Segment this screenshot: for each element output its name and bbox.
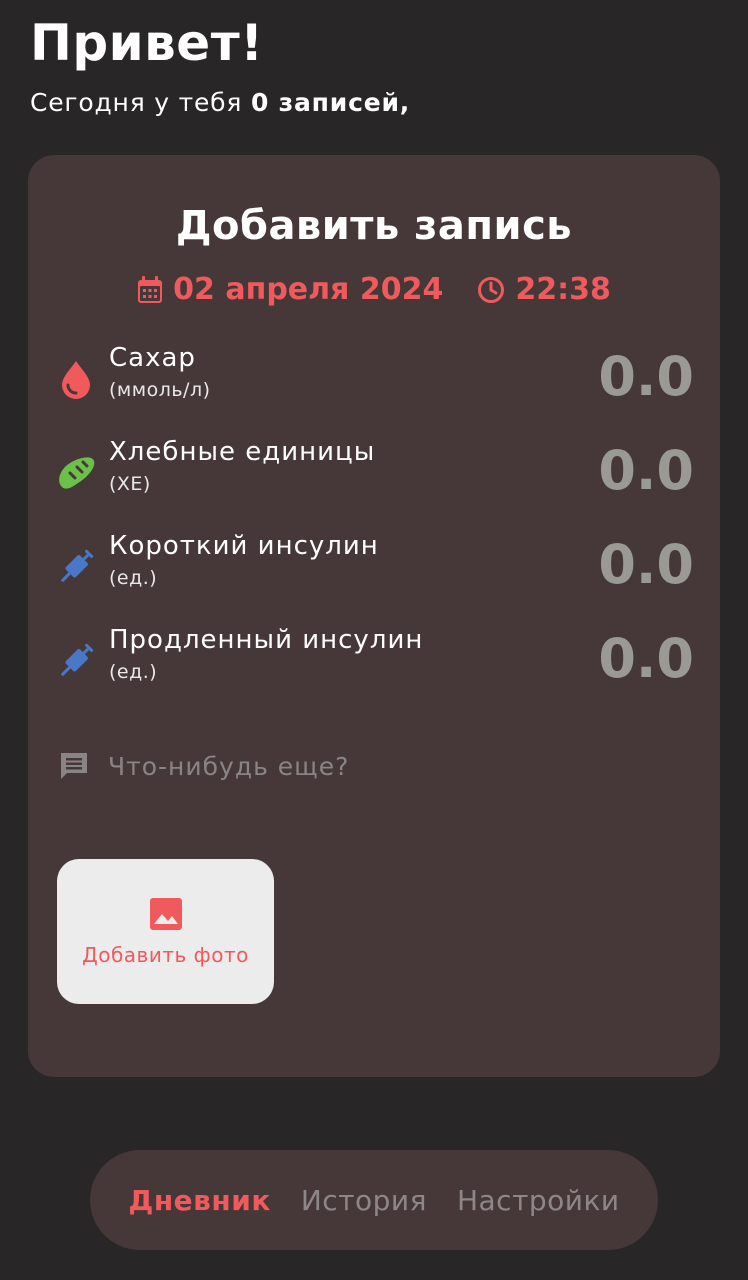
nav-tab-history[interactable]: История	[301, 1184, 427, 1217]
calendar-icon	[138, 275, 163, 303]
nav-tab-settings[interactable]: Настройки	[457, 1184, 620, 1217]
image-icon	[149, 897, 182, 930]
add-photo-label: Добавить фото	[82, 942, 249, 967]
datetime-row: 02 апреля 2024 22:38	[28, 272, 720, 307]
time-picker[interactable]: 22:38	[477, 272, 611, 307]
long-insulin-row[interactable]: Продленный инсулин (ед.) 0.0	[54, 625, 694, 695]
long-insulin-unit: (ед.)	[109, 661, 158, 683]
time-value: 22:38	[515, 272, 611, 307]
short-insulin-row[interactable]: Короткий инсулин (ед.) 0.0	[54, 531, 694, 601]
blood-drop-icon	[62, 361, 90, 399]
long-insulin-value[interactable]: 0.0	[598, 627, 694, 690]
bread-icon	[59, 457, 95, 489]
syringe-icon	[60, 549, 94, 583]
sugar-value[interactable]: 0.0	[598, 345, 694, 408]
date-picker[interactable]: 02 апреля 2024	[137, 272, 443, 307]
sugar-label: Сахар	[109, 343, 196, 373]
date-value: 02 апреля 2024	[173, 272, 444, 307]
sugar-row[interactable]: Сахар (ммоль/л) 0.0	[54, 343, 694, 413]
short-insulin-label: Короткий инсулин	[109, 531, 379, 561]
syringe-icon	[60, 643, 94, 677]
comment-icon	[61, 753, 87, 779]
add-photo-button[interactable]: Добавить фото	[57, 859, 274, 1004]
note-field[interactable]: Что-нибудь еще?	[58, 750, 349, 782]
summary-text: Сегодня у тебя	[30, 88, 251, 117]
short-insulin-unit: (ед.)	[109, 567, 158, 589]
note-placeholder: Что-нибудь еще?	[108, 751, 350, 781]
bread-units-label: Хлебные единицы	[109, 437, 376, 467]
bread-units-value[interactable]: 0.0	[598, 439, 694, 502]
greeting-title: Привет!	[30, 14, 264, 72]
nav-tab-diary[interactable]: Дневник	[128, 1184, 270, 1217]
bottom-nav: Дневник История Настройки	[90, 1150, 658, 1250]
entries-count: 0 записей,	[250, 88, 411, 117]
sugar-unit: (ммоль/л)	[109, 379, 211, 401]
long-insulin-label: Продленный инсулин	[109, 625, 424, 655]
bread-units-unit: (ХЕ)	[109, 473, 151, 495]
card-title: Добавить запись	[175, 203, 573, 249]
short-insulin-value[interactable]: 0.0	[598, 533, 694, 596]
bread-units-row[interactable]: Хлебные единицы (ХЕ) 0.0	[54, 437, 694, 507]
add-entry-card: Добавить запись 02 апреля 2024 22:38 Сах…	[28, 155, 720, 1077]
entries-summary: Сегодня у тебя 0 записей,	[30, 88, 410, 117]
clock-icon	[478, 276, 505, 303]
app-screen: Привет! Сегодня у тебя 0 записей, Добави…	[0, 0, 748, 1280]
